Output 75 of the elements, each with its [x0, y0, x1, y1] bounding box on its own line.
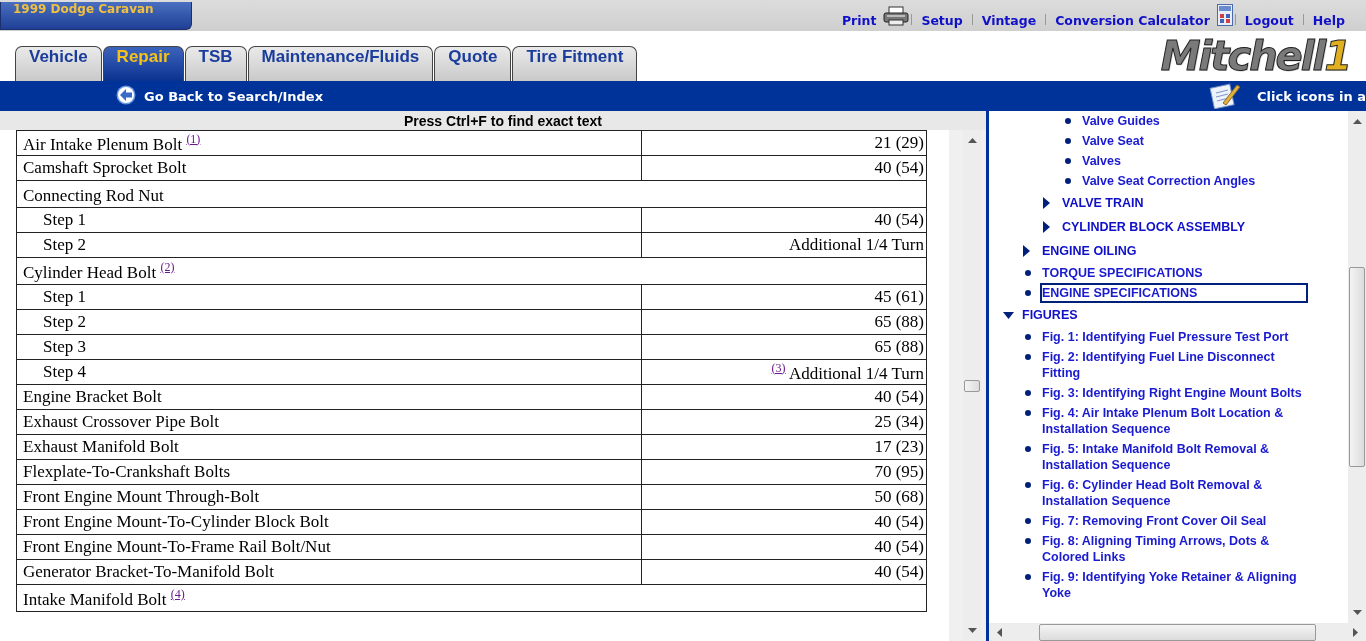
footnote-link[interactable]: (4)	[170, 587, 185, 601]
top-link[interactable]: Setup	[921, 13, 963, 28]
toc-link[interactable]: Fig. 2: Identifying Fuel Line Disconnect Fitting	[1040, 347, 1308, 383]
footnote-link[interactable]: (2)	[160, 260, 175, 274]
row-label: Exhaust Crossover Pipe Bolt	[23, 412, 219, 431]
torque-value: 65 (88)	[874, 337, 924, 356]
tab[interactable]: Repair	[102, 46, 184, 81]
row-label: Step 1	[42, 287, 86, 306]
tab[interactable]: TSB	[184, 46, 247, 81]
torque-value: 45 (61)	[874, 287, 924, 306]
toc-link[interactable]: CYLINDER BLOCK ASSEMBLY	[1060, 217, 1328, 237]
top-link[interactable]: Help	[1312, 13, 1345, 28]
torque-value: 40 (54)	[874, 562, 924, 581]
row-label: Step 1	[42, 210, 86, 229]
tab[interactable]: Tire Fitment	[512, 46, 638, 81]
torque-value: 21 (29)	[874, 133, 924, 152]
torque-value: 17 (23)	[874, 437, 924, 456]
footnote-link[interactable]: (3)	[771, 360, 786, 375]
row-label: Step 3	[42, 337, 86, 356]
toc-link[interactable]: Valve Guides	[1080, 111, 1348, 131]
tab[interactable]: Quote	[434, 46, 512, 81]
toc-link[interactable]: Fig. 7: Removing Front Cover Oil Seal	[1040, 511, 1308, 531]
toc-link[interactable]: ENGINE OILING	[1040, 241, 1308, 261]
row-label: Camshaft Sprocket Bolt	[23, 158, 187, 177]
row-label: Step 2	[42, 312, 86, 331]
torque-value: 40 (54)	[874, 537, 924, 556]
row-label: Step 4	[42, 362, 86, 381]
back-link[interactable]: Go Back to Search/Index	[144, 88, 324, 104]
row-label: Generator Bracket-To-Manifold Bolt	[23, 562, 274, 581]
torque-value: Additional 1/4 Turn	[788, 235, 924, 254]
torque-value: Additional 1/4 Turn	[788, 363, 924, 383]
toc-link[interactable]: Valves	[1080, 151, 1348, 171]
tab[interactable]: Maintenance/Fluids	[247, 46, 434, 81]
toc-link[interactable]: Fig. 1: Identifying Fuel Pressure Test Port	[1040, 327, 1308, 347]
toc-link[interactable]: VALVE TRAIN	[1060, 193, 1328, 213]
top-link[interactable]: Conversion Calculator	[1055, 13, 1210, 28]
toc-link[interactable]: FIGURES	[1020, 305, 1288, 325]
row-label: Engine Bracket Bolt	[23, 387, 162, 406]
toc-link[interactable]: Fig. 6: Cylinder Head Bolt Removal & Installation Sequence	[1040, 475, 1308, 511]
torque-value: 40 (54)	[874, 387, 924, 406]
row-label: Flexplate-To-Crankshaft Bolts	[23, 462, 231, 481]
logo: Mitchell1	[1160, 33, 1350, 79]
top-link[interactable]: Logout	[1244, 13, 1294, 28]
row-label: Front Engine Mount Through-Bolt	[23, 487, 260, 506]
toc-link[interactable]: TORQUE SPECIFICATIONS	[1040, 263, 1308, 283]
find-hint: Press Ctrl+F to find exact text	[403, 112, 602, 129]
tab[interactable]: Vehicle	[15, 46, 102, 81]
torque-value: 40 (54)	[874, 210, 924, 229]
top-link[interactable]: Vintage	[981, 13, 1037, 28]
toc-link[interactable]: Fig. 9: Identifying Yoke Retainer & Aligning Yoke	[1040, 567, 1308, 603]
top-link[interactable]: Print	[841, 13, 877, 28]
toc-link[interactable]: Fig. 5: Intake Manifold Bolt Removal & Installation Sequence	[1040, 439, 1308, 475]
torque-value: 65 (88)	[874, 312, 924, 331]
torque-value: 50 (68)	[874, 487, 924, 506]
toc-link[interactable]: Fig. 8: Aligning Timing Arrows, Dots & Colored Links	[1040, 531, 1308, 567]
toc-link[interactable]: Valve Seat	[1080, 131, 1348, 151]
torque-value: 40 (54)	[874, 158, 924, 177]
hint-text: Click icons in a	[1257, 88, 1366, 104]
toc-link[interactable]: Valve Seat Correction Angles	[1080, 171, 1348, 191]
row-label: Front Engine Mount-To-Frame Rail Bolt/Nut	[23, 537, 331, 556]
row-label: Intake Manifold Bolt	[23, 590, 167, 609]
toc-link[interactable]: ENGINE SPECIFICATIONS	[1040, 283, 1308, 303]
row-label: Front Engine Mount-To-Cylinder Block Bolt	[23, 512, 329, 531]
torque-value: 25 (34)	[874, 412, 924, 431]
vehicle-title: 1999 Dodge Caravan	[0, 2, 192, 30]
row-label: Air Intake Plenum Bolt	[23, 134, 183, 154]
row-label: Connecting Rod Nut	[23, 186, 164, 205]
row-label: Step 2	[42, 235, 86, 254]
torque-value: 70 (95)	[874, 462, 924, 481]
toc-link[interactable]: Fig. 4: Air Intake Plenum Bolt Location & Installation Sequence	[1040, 403, 1308, 439]
toc-link[interactable]: Fig. 3: Identifying Right Engine Mount Bolts	[1040, 383, 1308, 403]
torque-value: 40 (54)	[874, 512, 924, 531]
footnote-link[interactable]: (1)	[186, 131, 201, 146]
row-label: Cylinder Head Bolt	[23, 263, 157, 282]
row-label: Exhaust Manifold Bolt	[23, 437, 179, 456]
